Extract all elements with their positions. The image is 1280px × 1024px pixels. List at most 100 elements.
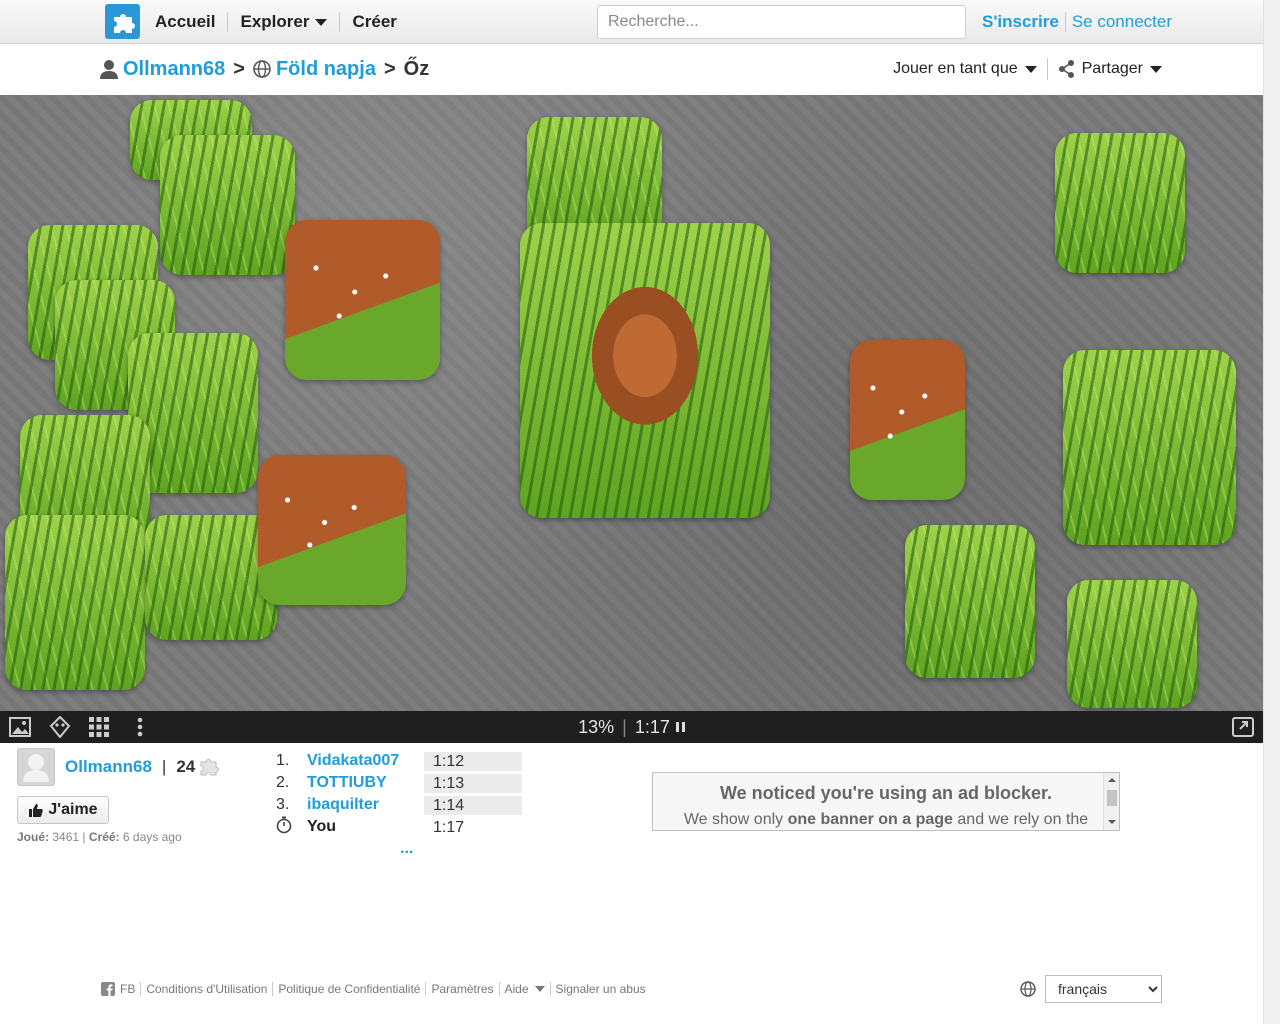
ad-notice-title: We noticed you're using an ad blocker. — [719, 783, 1053, 803]
author-divider: | — [161, 757, 167, 776]
author-info: Ollmann68 | 24 — [17, 748, 220, 786]
puzzle-board[interactable] — [0, 95, 1263, 711]
player-time: 1:14 — [424, 795, 522, 815]
player-name[interactable]: Vidakata007 — [307, 752, 424, 770]
footer-divider — [498, 982, 500, 996]
language-selector: français — [1020, 975, 1162, 1003]
logo-puzzle-icon[interactable] — [105, 4, 140, 39]
sort-pieces-icon[interactable] — [88, 716, 110, 738]
rank: 1. — [276, 752, 290, 769]
footer-divider — [272, 982, 274, 996]
created-label: Créé: — [88, 830, 120, 844]
auth-links: S'inscrire Se connecter — [982, 0, 1172, 44]
progress-divider: | — [622, 716, 627, 737]
leaderboard-more-link[interactable]: ... — [400, 840, 413, 858]
puzzle-actions: Jouer en tant que Partager — [893, 55, 1162, 83]
ad-notice-text: We show only one banner on a page and we… — [653, 811, 1119, 829]
share-dropdown[interactable]: Partager — [1058, 60, 1162, 78]
footer-fb-link[interactable]: FB — [120, 982, 135, 996]
player-name[interactable]: TOTTIUBY — [307, 774, 424, 792]
puzzle-piece[interactable] — [850, 340, 965, 500]
played-count: 3461 — [52, 830, 80, 844]
share-icon — [1058, 60, 1075, 78]
leaderboard-row-you: You 1:17 — [276, 816, 522, 838]
share-label: Partager — [1081, 60, 1143, 77]
progress-timer: 13% | 1:17 — [0, 711, 1263, 743]
stopwatch-icon — [276, 816, 307, 839]
leaderboard: 1. Vidakata007 1:12 2. TOTTIUBY 1:13 3. … — [276, 750, 522, 838]
puzzle-piece[interactable] — [1063, 350, 1236, 545]
ghost-image-icon[interactable] — [49, 716, 71, 738]
nav-explore-label: Explorer — [240, 12, 310, 31]
footer-help-label: Aide — [504, 982, 529, 996]
actions-divider — [1046, 58, 1048, 80]
pause-icon[interactable] — [675, 722, 685, 732]
rank: 2. — [276, 774, 290, 791]
author-name[interactable]: Ollmann68 — [65, 757, 152, 777]
preview-image-icon[interactable] — [9, 716, 31, 738]
user-icon — [100, 59, 118, 79]
footer-divider — [425, 982, 427, 996]
page-scrollbar[interactable] — [1263, 0, 1280, 1024]
puzzle-piece[interactable] — [5, 515, 145, 690]
puzzle-piece[interactable] — [1055, 133, 1185, 273]
timer: 1:17 — [634, 716, 670, 737]
leaderboard-row: 2. TOTTIUBY 1:13 — [276, 772, 522, 794]
puzzle-piece[interactable] — [1067, 580, 1197, 708]
puzzle-piece[interactable] — [285, 220, 440, 380]
like-button[interactable]: J'aime — [17, 796, 109, 824]
auth-divider — [1064, 12, 1066, 32]
ad-notice-text-bold: one banner on a page — [787, 811, 953, 828]
language-select[interactable]: français — [1045, 975, 1162, 1003]
footer-privacy-link[interactable]: Politique de Confidentialité — [278, 982, 420, 996]
footer-help-dropdown[interactable]: Aide — [505, 982, 545, 996]
thumbs-up-icon — [28, 803, 44, 818]
facebook-icon[interactable] — [101, 982, 115, 996]
nav-create[interactable]: Créer — [340, 12, 408, 32]
nav-home[interactable]: Accueil — [155, 12, 227, 32]
ad-notice-text-c: and we rely on the — [952, 811, 1089, 828]
player-time: 1:12 — [424, 751, 522, 771]
player-name[interactable]: ibaquilter — [307, 796, 424, 814]
puzzle-piece[interactable] — [520, 223, 770, 518]
top-bar: Accueil Explorer Créer S'inscrire Se con… — [0, 0, 1263, 44]
footer-report-link[interactable]: Signaler un abus — [556, 982, 646, 996]
breadcrumb-album[interactable]: Föld napja — [276, 58, 376, 81]
more-options-icon[interactable] — [129, 716, 151, 738]
puzzle-stats: Joué: 3461 | Créé: 6 days ago — [17, 830, 182, 844]
puzzle-piece[interactable] — [905, 525, 1035, 678]
puzzle-piece-icon — [198, 756, 220, 778]
avatar[interactable] — [17, 748, 55, 786]
chevron-down-icon — [315, 18, 328, 26]
puzzle-piece[interactable] — [258, 455, 406, 605]
footer-terms-link[interactable]: Conditions d'Utilisation — [146, 982, 267, 996]
breadcrumb-separator: > — [383, 57, 396, 80]
puzzle-piece[interactable] — [160, 135, 295, 275]
ad-notice-text-a: We show only — [683, 811, 788, 828]
player-name-you: You — [307, 818, 337, 835]
ad-notice-scrollbar[interactable] — [1103, 773, 1119, 830]
footer-settings-link[interactable]: Paramètres — [431, 982, 493, 996]
breadcrumb-separator: > — [233, 57, 245, 80]
globe-icon — [253, 60, 271, 78]
nav-explore[interactable]: Explorer — [228, 12, 339, 32]
chevron-down-icon — [1024, 65, 1037, 73]
main-nav: Accueil Explorer Créer — [155, 0, 409, 44]
board-toolbar: 13% | 1:17 — [0, 711, 1263, 743]
breadcrumb-user[interactable]: Ollmann68 — [123, 58, 225, 81]
signup-link[interactable]: S'inscrire — [982, 12, 1059, 32]
leaderboard-row: 3. ibaquilter 1:14 — [276, 794, 522, 816]
footer-divider — [140, 982, 142, 996]
played-label: Joué: — [17, 830, 50, 844]
page-title: Őz — [403, 57, 430, 80]
footer-divider — [549, 982, 551, 996]
play-as-dropdown[interactable]: Jouer en tant que — [893, 60, 1037, 78]
login-link[interactable]: Se connecter — [1072, 12, 1172, 32]
chevron-down-icon — [1150, 65, 1162, 73]
ad-blocker-notice: We noticed you're using an ad blocker. W… — [652, 772, 1120, 831]
play-as-label: Jouer en tant que — [893, 60, 1018, 77]
footer: FB Conditions d'Utilisation Politique de… — [101, 980, 646, 998]
puzzle-count: 24 — [176, 757, 196, 776]
search-input[interactable] — [597, 5, 966, 39]
fullscreen-icon[interactable] — [1232, 716, 1254, 738]
